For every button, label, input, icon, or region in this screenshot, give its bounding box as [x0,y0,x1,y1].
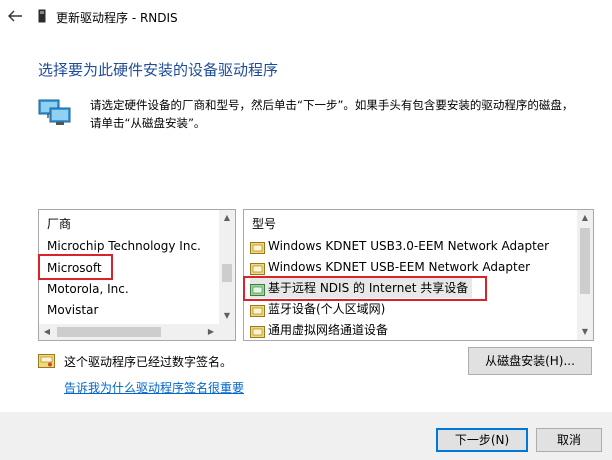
signature-info-link[interactable]: 告诉我为什么驱动程序签名很重要 [64,379,244,396]
next-button[interactable]: 下一步(N) [436,428,528,452]
instructions-line-2: 请单击“从磁盘安装”。 [90,116,206,130]
model-item[interactable]: 蓝牙设备(个人区域网) [250,299,385,319]
scroll-thumb[interactable] [222,264,232,282]
model-item[interactable]: Windows KDNET USB3.0-EEM Network Adapter [250,236,549,256]
model-item-label: 通用虚拟网络通道设备 [268,323,389,337]
manufacturer-highlight [38,254,113,280]
manufacturer-vertical-scrollbar[interactable]: ▲ ▼ [219,210,235,324]
scroll-left-icon[interactable]: ◀ [39,324,55,340]
scroll-thumb[interactable] [580,228,590,294]
page-heading: 选择要为此硬件安装的设备驱动程序 [38,61,279,79]
driver-icon [250,261,265,275]
model-header: 型号 [252,217,277,231]
cancel-button[interactable]: 取消 [536,428,602,452]
scroll-down-icon[interactable]: ▼ [219,308,235,324]
signature-status: 这个驱动程序已经过数字签名。 [64,355,233,369]
model-listbox[interactable]: 型号 Windows KDNET USB3.0-EEM Network Adap… [243,209,594,341]
model-item-label: 蓝牙设备(个人区域网) [268,302,386,316]
scroll-right-icon[interactable]: ▶ [203,324,219,340]
manufacturer-item-movistar[interactable]: Movistar [47,300,98,320]
instructions-line-1: 请选定硬件设备的厂商和型号，然后单击“下一步”。如果手头有包含要安装的驱动程序的… [90,98,574,112]
title-bar: 更新驱动程序 - RNDIS [0,0,612,34]
scroll-down-icon[interactable]: ▼ [577,324,593,340]
instructions-text: 请选定硬件设备的厂商和型号，然后单击“下一步”。如果手头有包含要安装的驱动程序的… [90,96,590,132]
manufacturer-header: 厂商 [47,217,72,231]
manufacturer-item-microchip[interactable]: Microchip Technology Inc. [47,236,201,256]
window-title: 更新驱动程序 - RNDIS [56,11,178,25]
device-icon [38,9,46,23]
signed-driver-icon [38,354,55,368]
model-item-label: Windows KDNET USB3.0-EEM Network Adapter [268,239,550,253]
driver-icon [250,303,265,317]
network-computer-icon [38,98,72,128]
manufacturer-horizontal-scrollbar[interactable]: ◀ ▶ [39,324,219,340]
model-item[interactable]: 通用虚拟网络通道设备 [250,320,388,340]
scroll-up-icon[interactable]: ▲ [577,210,593,226]
model-highlight [243,276,487,301]
model-vertical-scrollbar[interactable]: ▲ ▼ [577,210,593,340]
model-item[interactable]: Windows KDNET USB-EEM Network Adapter [250,257,530,277]
scroll-corner [219,324,235,340]
scroll-up-icon[interactable]: ▲ [219,210,235,226]
have-disk-button[interactable]: 从磁盘安装(H)... [468,347,592,375]
model-item-label: Windows KDNET USB-EEM Network Adapter [268,260,531,274]
driver-icon [250,240,265,254]
manufacturer-item-motorola[interactable]: Motorola, Inc. [47,279,129,299]
scroll-thumb[interactable] [57,327,161,337]
driver-icon [250,324,265,338]
back-arrow-icon[interactable] [6,7,24,25]
